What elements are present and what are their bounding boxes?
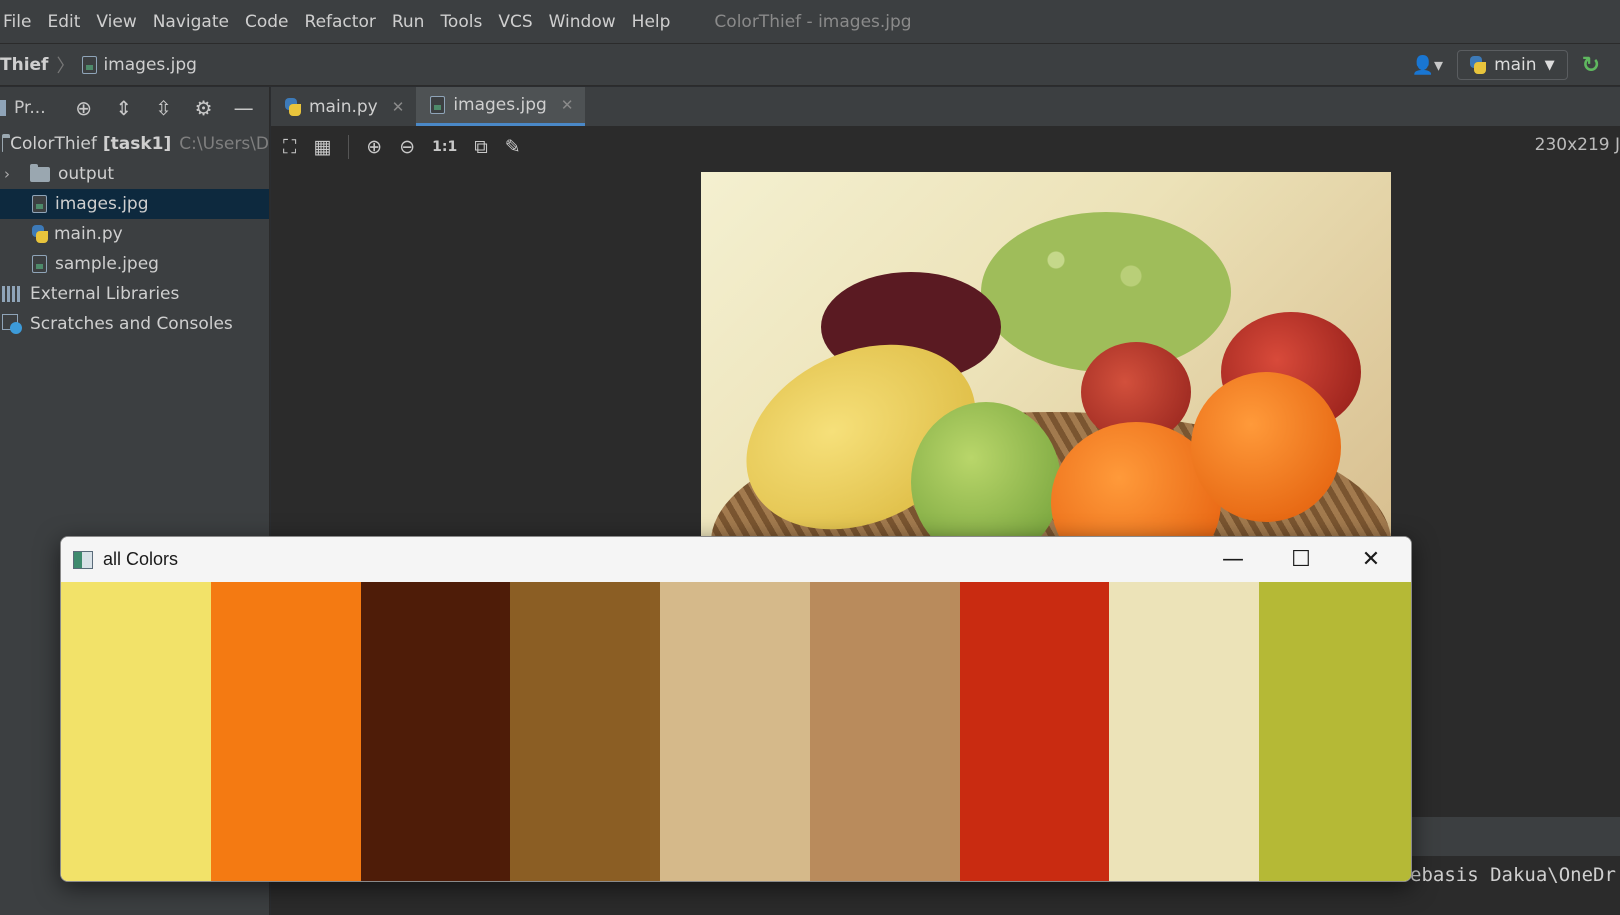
editor-tabs: main.py ✕ images.jpg ✕ [271,87,1620,127]
user-icon[interactable]: 👤▾ [1412,55,1443,76]
chevron-down-icon: ▼ [1544,57,1555,73]
tree-item-label: sample.jpeg [55,254,159,274]
tree-item-external-libraries[interactable]: External Libraries [0,279,269,309]
image-file-icon [430,96,446,114]
image-file-icon [82,55,98,74]
menu-refactor[interactable]: Refactor [297,12,384,32]
breadcrumb-project[interactable]: Thief [0,55,48,75]
toolbar-divider [348,135,350,159]
hide-icon[interactable]: — [232,96,256,120]
all-colors-window: all Colors — ☐ ✕ [60,536,1412,882]
menu-navigate[interactable]: Navigate [145,12,237,32]
close-icon[interactable]: ✕ [1339,537,1403,582]
tree-item-label: main.py [54,224,123,244]
project-panel-title-label: Pr... [14,98,46,118]
menu-edit[interactable]: Edit [39,12,88,32]
navigation-bar: Thief 〉 images.jpg 👤▾ main ▼ ↻ [0,44,1620,86]
color-swatch [809,582,960,881]
scratches-icon [2,314,22,334]
tab-label: main.py [309,96,378,117]
orange [1191,372,1341,522]
maximize-icon[interactable]: ☐ [1269,537,1333,582]
tree-item-label: ColorThief [10,134,97,154]
python-icon [1470,56,1487,74]
tree-item-output[interactable]: › output [0,159,269,189]
color-picker-icon[interactable]: ✎ [505,136,521,158]
tree-item-path: C:\Users\D [179,134,269,154]
run-configuration-selector[interactable]: main ▼ [1457,50,1568,80]
image-info: 230x219 J [1534,135,1620,155]
tree-item-scratches[interactable]: Scratches and Consoles [0,309,269,339]
tree-item-module-tag: [task1] [102,134,172,154]
zoom-out-icon[interactable]: ⊖ [399,136,415,158]
menu-bar: File Edit View Navigate Code Refactor Ru… [0,0,1620,44]
python-icon [32,225,48,243]
tab-main-py[interactable]: main.py ✕ [271,87,416,126]
color-swatch [360,582,511,881]
menu-code[interactable]: Code [237,12,297,32]
collapse-all-icon[interactable]: ⇳ [152,96,176,120]
grid-icon[interactable]: ▦ [313,136,331,158]
tree-item-label: images.jpg [55,194,149,214]
fit-zoom-icon[interactable]: ⧉ [474,136,488,158]
breadcrumb-separator-icon: 〉 [56,55,75,77]
menu-file[interactable]: File [0,12,39,32]
window-titlebar[interactable]: all Colors — ☐ ✕ [61,537,1411,582]
grapes-green [981,212,1231,372]
window-title: ColorThief - images.jpg [714,11,912,32]
tree-item-main-py[interactable]: main.py [0,219,269,249]
tab-images-jpg[interactable]: images.jpg ✕ [416,87,586,126]
tree-item-label: External Libraries [30,284,180,304]
panel-icon [0,100,6,116]
tree-item-label: Scratches and Consoles [30,314,233,334]
breadcrumb-file[interactable]: images.jpg [103,55,197,75]
run-configuration-label: main [1494,55,1537,75]
color-swatch [1259,582,1411,881]
app-icon [73,550,93,569]
palette [61,582,1411,881]
console-output: ebasis Dakua\OneDr [1410,864,1616,886]
menu-tools[interactable]: Tools [432,12,490,32]
close-icon[interactable]: ✕ [561,96,574,114]
menu-run[interactable]: Run [384,12,433,32]
project-panel-toolbar: Pr... ⊕ ⇕ ⇳ ⚙ — [0,87,269,129]
minimize-icon[interactable]: — [1201,537,1265,582]
project-panel-title[interactable]: Pr... [0,98,46,118]
menu-vcs[interactable]: VCS [490,12,540,32]
color-swatch [1109,582,1260,881]
gear-icon[interactable]: ⚙ [192,96,216,120]
expand-all-icon[interactable]: ⇕ [112,96,136,120]
zoom-in-icon[interactable]: ⊕ [366,136,382,158]
close-icon[interactable]: ✕ [392,98,405,116]
color-swatch [510,582,661,881]
color-swatch [61,582,211,881]
actual-size-button[interactable]: 1:1 [432,139,457,155]
color-swatch [660,582,810,881]
reload-icon[interactable]: ↻ [1582,53,1600,78]
color-swatch [210,582,361,881]
tree-item-images-jpg[interactable]: images.jpg [0,189,269,219]
python-icon [285,97,301,116]
tab-label: images.jpg [453,95,547,115]
menu-view[interactable]: View [88,12,144,32]
chevron-right-icon[interactable]: › [4,165,24,183]
fit-to-window-icon[interactable]: ⛶ [283,136,296,158]
image-preview [701,172,1391,538]
menu-window[interactable]: Window [541,12,624,32]
window-title: all Colors [103,549,179,569]
image-file-icon [32,255,47,273]
tree-item-label: output [58,164,115,184]
color-swatch [959,582,1110,881]
tree-item-sample-jpeg[interactable]: sample.jpeg [0,249,269,279]
nav-right-toolbar: 👤▾ main ▼ ↻ [1412,44,1620,86]
library-icon [2,286,22,302]
menu-help[interactable]: Help [624,12,679,32]
locate-icon[interactable]: ⊕ [72,96,96,120]
image-viewer-toolbar: ⛶ ▦ ⊕ ⊖ 1:1 ⧉ ✎ [271,127,1620,167]
folder-icon [30,163,50,182]
console-toolbar [1410,816,1620,856]
image-file-icon [32,195,47,213]
tree-item-project-root[interactable]: ColorThief [task1] C:\Users\D [0,129,269,159]
